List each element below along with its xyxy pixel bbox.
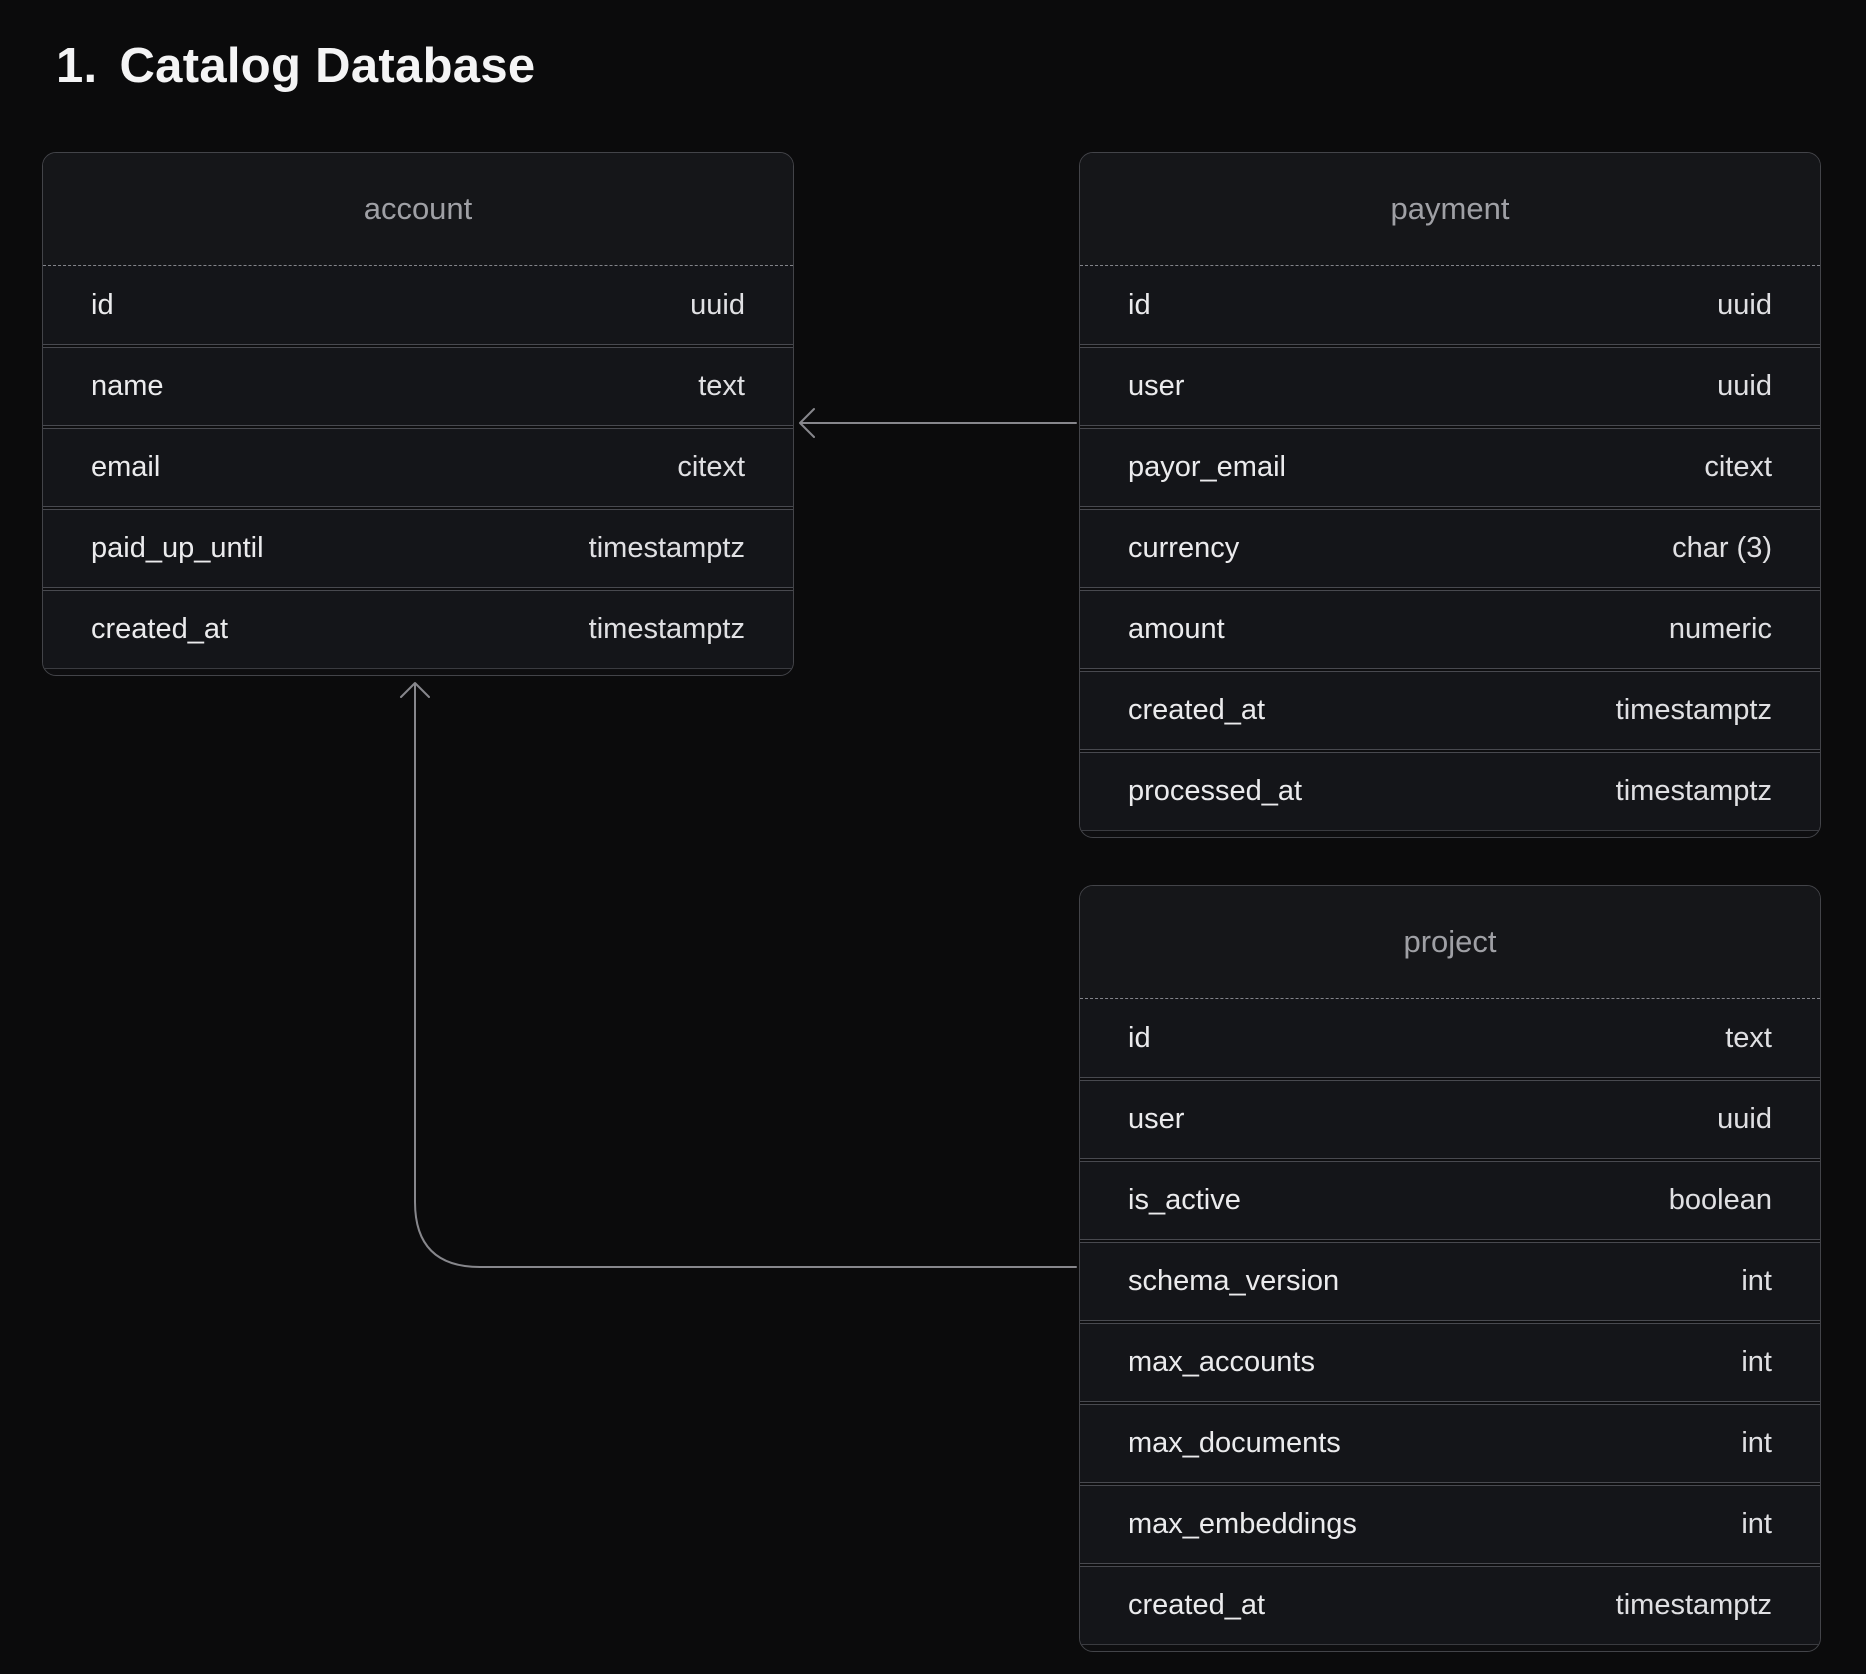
field-name: max_embeddings: [1128, 1508, 1357, 1541]
field-name: name: [91, 370, 164, 403]
field-type: text: [1725, 1022, 1772, 1055]
table-payment-rows: iduuiduseruuidpayor_emailcitextcurrencyc…: [1080, 266, 1820, 837]
page-title-text: Catalog Database: [119, 38, 535, 94]
relationship-arrow-payment-to-account: [800, 409, 1076, 437]
table-project-header: project: [1080, 886, 1820, 999]
field-type: int: [1741, 1346, 1772, 1379]
table-payment-header: payment: [1080, 153, 1820, 266]
table-row: schema_version int: [1080, 1242, 1820, 1321]
table-account[interactable]: account id uuid name text email citext paid_up…: [42, 152, 794, 676]
table-project[interactable]: project id text user uuid is_active boolean sc…: [1079, 885, 1821, 1652]
field-type: citext: [1704, 451, 1772, 484]
table-row: id uuid: [43, 266, 793, 345]
field-name: max_accounts: [1128, 1346, 1315, 1379]
table-account-header: account: [43, 153, 793, 266]
table-row: created_at timestamptz: [1080, 1566, 1820, 1645]
table-row: currency char (3): [1080, 509, 1820, 588]
page-title-number: 1.: [56, 38, 97, 94]
field-type: uuid: [1717, 370, 1772, 403]
table-row: max_embeddings int: [1080, 1485, 1820, 1564]
relationship-arrow-project-to-account: [401, 683, 1076, 1267]
field-type: int: [1741, 1508, 1772, 1541]
table-row: amount numeric: [1080, 590, 1820, 669]
diagram-canvas: 1. Catalog Database account id uuid name te…: [0, 0, 1866, 1674]
table-row: max_accounts int: [1080, 1323, 1820, 1402]
table-row: name text: [43, 347, 793, 426]
field-name: payor_email: [1128, 451, 1286, 484]
field-name: id: [1128, 1022, 1151, 1055]
field-type: timestamptz: [589, 532, 745, 565]
field-name: created_at: [1128, 1589, 1265, 1622]
field-type: text: [698, 370, 745, 403]
table-row: payor_email citext: [1080, 428, 1820, 507]
field-type: uuid: [1717, 1103, 1772, 1136]
field-type: citext: [677, 451, 745, 484]
table-row: email citext: [43, 428, 793, 507]
field-type: uuid: [690, 289, 745, 322]
table-row: created_at timestamptz: [1080, 671, 1820, 750]
field-name: currency: [1128, 532, 1239, 565]
table-row: user uuid: [1080, 347, 1820, 426]
page-title: 1. Catalog Database: [56, 38, 535, 94]
field-type: int: [1741, 1265, 1772, 1298]
field-type: timestamptz: [1616, 1589, 1772, 1622]
field-name: id: [91, 289, 114, 322]
field-name: user: [1128, 1103, 1184, 1136]
field-name: schema_version: [1128, 1265, 1339, 1298]
field-name: created_at: [91, 613, 228, 646]
table-row: user uuid: [1080, 1080, 1820, 1159]
table-payment[interactable]: payment id uuid user uuid payor_email citext c…: [1079, 152, 1821, 838]
field-name: paid_up_until: [91, 532, 264, 565]
table-row: id text: [1080, 999, 1820, 1078]
field-name: processed_at: [1128, 775, 1302, 808]
field-type: numeric: [1669, 613, 1772, 646]
table-row: paid_up_until timestamptz: [43, 509, 793, 588]
field-name: email: [91, 451, 160, 484]
field-name: user: [1128, 370, 1184, 403]
field-name: id: [1128, 289, 1151, 322]
table-row: processed_at timestamptz: [1080, 752, 1820, 831]
field-type: char (3): [1672, 532, 1772, 565]
table-account-rows: iduuidnametextemailcitextpaid_up_untilti…: [43, 266, 793, 675]
field-name: is_active: [1128, 1184, 1241, 1217]
table-row: is_active boolean: [1080, 1161, 1820, 1240]
field-type: int: [1741, 1427, 1772, 1460]
field-type: timestamptz: [589, 613, 745, 646]
field-name: amount: [1128, 613, 1225, 646]
field-name: max_documents: [1128, 1427, 1341, 1460]
field-type: timestamptz: [1616, 694, 1772, 727]
table-row: id uuid: [1080, 266, 1820, 345]
table-row: created_at timestamptz: [43, 590, 793, 669]
table-row: max_documents int: [1080, 1404, 1820, 1483]
field-type: timestamptz: [1616, 775, 1772, 808]
field-type: uuid: [1717, 289, 1772, 322]
field-type: boolean: [1669, 1184, 1772, 1217]
table-project-rows: id text user uuid is_active boolean schema_ver…: [1080, 999, 1820, 1651]
field-name: created_at: [1128, 694, 1265, 727]
